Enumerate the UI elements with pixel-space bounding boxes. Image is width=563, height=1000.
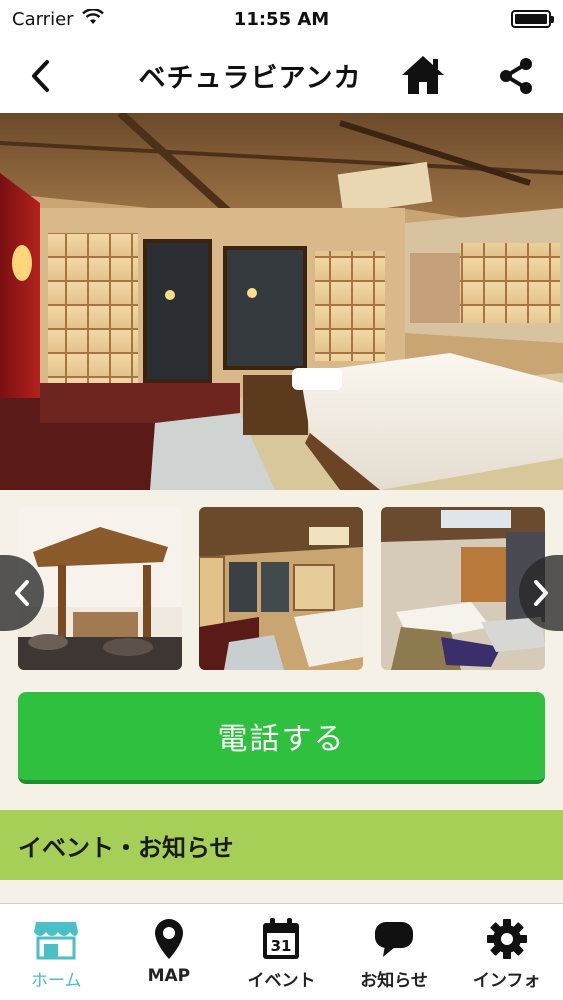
carrier-label: Carrier bbox=[12, 8, 74, 30]
nav-bar: ベチュラビアンカ bbox=[0, 38, 563, 113]
tab-home[interactable]: ホーム bbox=[0, 904, 113, 1000]
calendar-date: 31 bbox=[271, 937, 292, 955]
chevron-left-icon bbox=[15, 580, 29, 606]
chevron-left-icon bbox=[32, 60, 49, 92]
page-title: ベチュラビアンカ bbox=[138, 63, 362, 94]
tab-label: ホーム bbox=[31, 971, 82, 991]
share-button[interactable] bbox=[492, 54, 540, 98]
wifi-icon bbox=[81, 7, 104, 30]
call-button-label: 電話する bbox=[217, 722, 346, 757]
tab-label: イベント bbox=[247, 971, 316, 991]
calendar-icon: 31 bbox=[256, 916, 306, 962]
tab-label: MAP bbox=[147, 966, 191, 986]
tab-info[interactable]: インフォ bbox=[450, 904, 563, 1000]
tab-map[interactable]: MAP bbox=[113, 904, 226, 1000]
battery-level bbox=[515, 14, 547, 24]
chat-bubble-icon bbox=[369, 916, 419, 962]
tab-events[interactable]: 31 イベント bbox=[225, 904, 338, 1000]
status-left: Carrier bbox=[12, 7, 104, 30]
tab-label: インフォ bbox=[472, 971, 541, 991]
store-icon bbox=[31, 916, 81, 962]
home-button[interactable] bbox=[398, 52, 448, 98]
tab-label: お知らせ bbox=[360, 971, 428, 991]
call-button[interactable]: 電話する bbox=[18, 692, 545, 784]
tab-news[interactable]: お知らせ bbox=[338, 904, 451, 1000]
home-icon bbox=[402, 56, 444, 94]
share-icon bbox=[500, 58, 532, 94]
section-title: イベント・お知らせ bbox=[18, 833, 234, 862]
chevron-right-icon bbox=[534, 580, 548, 606]
battery-icon bbox=[511, 10, 554, 28]
gear-icon bbox=[482, 916, 532, 962]
map-pin-icon bbox=[144, 916, 194, 962]
thumbnail-carousel bbox=[0, 490, 563, 680]
tab-bar: ホーム MAP 31 イベント お知らせ インフォ bbox=[0, 903, 563, 1000]
events-news-section-header: イベント・お知らせ bbox=[0, 810, 563, 880]
thumbnail-photo[interactable] bbox=[199, 507, 363, 670]
hero-room-photo[interactable] bbox=[0, 113, 563, 490]
status-bar: Carrier 11:55 AM bbox=[0, 0, 563, 38]
back-button[interactable] bbox=[22, 56, 58, 96]
